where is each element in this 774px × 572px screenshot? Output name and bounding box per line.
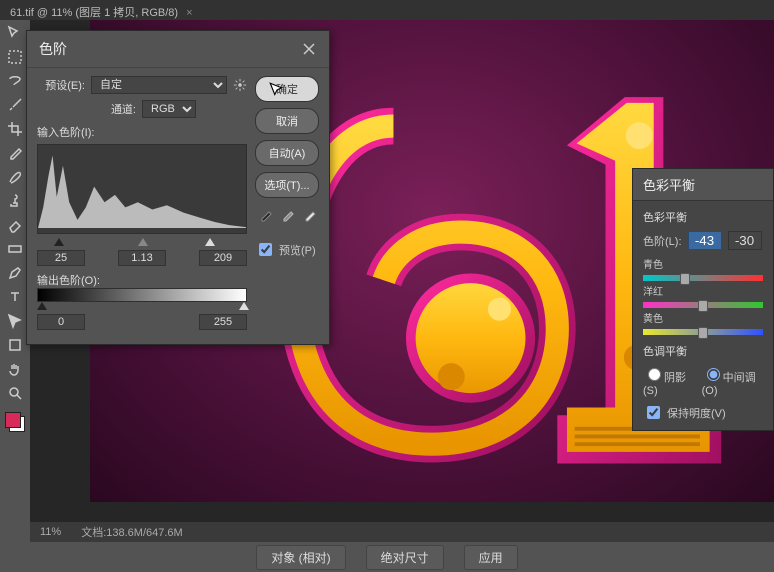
shape-tool[interactable] — [4, 334, 26, 356]
crop-tool[interactable] — [4, 118, 26, 140]
cb-levels-label: 色阶(L): — [643, 233, 682, 249]
cb-section-label: 色彩平衡 — [643, 209, 763, 225]
wand-tool[interactable] — [4, 94, 26, 116]
levels-dialog: 色阶 预设(E): 自定 通道: RGB 输入色阶(I): 输出色阶(O): 确… — [26, 30, 330, 345]
eyedropper-black-icon[interactable] — [257, 208, 273, 224]
object-relative-button[interactable]: 对象 (相对) — [256, 545, 345, 570]
output-black-field[interactable] — [37, 314, 85, 330]
zoom-tool[interactable] — [4, 382, 26, 404]
input-slider[interactable] — [37, 238, 247, 248]
stamp-tool[interactable] — [4, 190, 26, 212]
input-white-field[interactable] — [199, 250, 247, 266]
magenta-label: 洋红 — [643, 283, 763, 298]
zoom-level[interactable]: 11% — [40, 526, 61, 538]
cancel-button[interactable]: 取消 — [255, 108, 319, 134]
output-white-field[interactable] — [199, 314, 247, 330]
channel-select[interactable]: RGB — [142, 100, 196, 118]
output-levels-label: 输出色阶(O): — [37, 272, 247, 288]
midtones-radio[interactable]: 中间调(O) — [702, 365, 763, 397]
preview-checkbox[interactable]: 预览(P) — [255, 240, 319, 259]
gradient-tool[interactable] — [4, 238, 26, 260]
move-tool[interactable] — [4, 22, 26, 44]
close-tab-icon[interactable]: × — [186, 7, 192, 19]
absolute-size-button[interactable]: 绝对尺寸 — [366, 545, 444, 570]
tone-section-label: 色调平衡 — [643, 343, 763, 359]
output-slider[interactable] — [37, 302, 247, 312]
type-tool[interactable] — [4, 286, 26, 308]
panel-title[interactable]: 色彩平衡 — [633, 169, 773, 201]
shadows-radio[interactable]: 阴影(S) — [643, 365, 694, 397]
yellow-label: 黄色 — [643, 310, 763, 325]
auto-button[interactable]: 自动(A) — [255, 140, 319, 166]
channel-label: 通道: — [88, 101, 136, 117]
doc-info: 文档:138.6M/647.6M — [81, 524, 183, 540]
color-swatch[interactable] — [5, 412, 25, 432]
preset-select[interactable]: 自定 — [91, 76, 227, 94]
status-bar: 11% 文档:138.6M/647.6M — [30, 522, 774, 542]
magenta-green-slider[interactable] — [643, 302, 763, 308]
apply-button[interactable]: 应用 — [464, 545, 518, 570]
cursor-icon — [268, 81, 286, 99]
color-balance-panel: 色彩平衡 色彩平衡 色阶(L): 青色 洋红 黄色 色调平衡 阴影(S) 中间调… — [632, 168, 774, 431]
pen-tool[interactable] — [4, 262, 26, 284]
cb-value-1[interactable] — [688, 231, 722, 250]
cyan-label: 青色 — [643, 256, 763, 271]
cb-value-2[interactable] — [728, 231, 762, 250]
input-black-field[interactable] — [37, 250, 85, 266]
gear-icon[interactable] — [233, 78, 247, 92]
dialog-title: 色阶 — [39, 39, 67, 59]
ok-button[interactable]: 确定 — [255, 76, 319, 102]
output-gradient[interactable] — [37, 288, 247, 302]
close-icon[interactable] — [301, 41, 317, 57]
histogram — [37, 144, 247, 234]
lasso-tool[interactable] — [4, 70, 26, 92]
eyedropper-gray-icon[interactable] — [279, 208, 295, 224]
hand-tool[interactable] — [4, 358, 26, 380]
path-tool[interactable] — [4, 310, 26, 332]
marquee-tool[interactable] — [4, 46, 26, 68]
options-button[interactable]: 选项(T)... — [255, 172, 319, 198]
preset-label: 预设(E): — [37, 77, 85, 93]
brush-tool[interactable] — [4, 166, 26, 188]
bottom-bar: 对象 (相对) 绝对尺寸 应用 — [0, 542, 774, 572]
eyedropper-tool[interactable] — [4, 142, 26, 164]
preserve-lum-checkbox[interactable]: 保持明度(V) — [643, 403, 763, 422]
cyan-red-slider[interactable] — [643, 275, 763, 281]
input-levels-label: 输入色阶(I): — [37, 124, 247, 140]
eraser-tool[interactable] — [4, 214, 26, 236]
eyedropper-white-icon[interactable] — [301, 208, 317, 224]
yellow-blue-slider[interactable] — [643, 329, 763, 335]
input-gamma-field[interactable] — [118, 250, 166, 266]
